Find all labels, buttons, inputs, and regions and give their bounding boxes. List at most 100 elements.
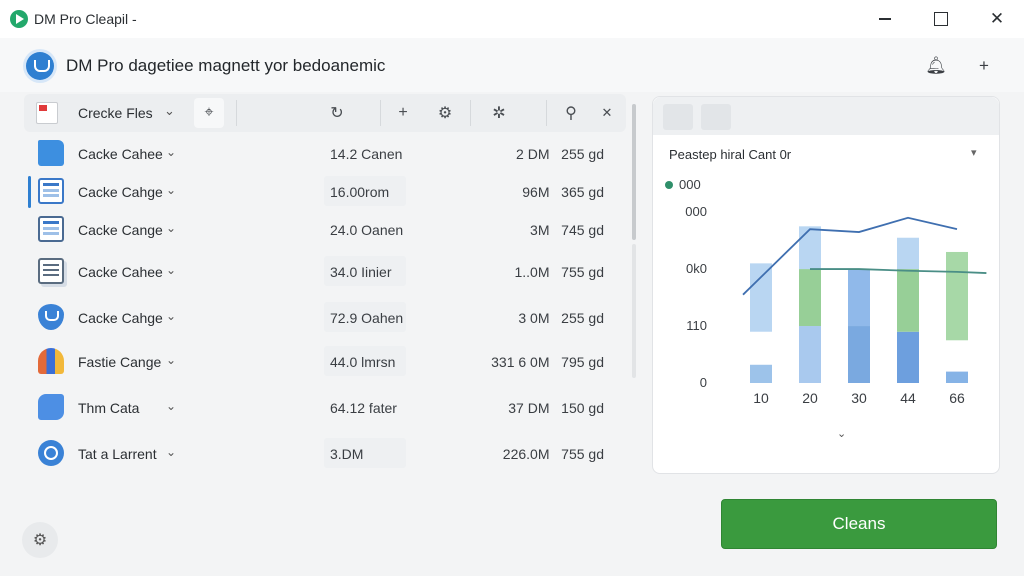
bar-segment — [750, 263, 772, 332]
item-values: 3 0M 255 gd — [518, 310, 604, 326]
maximize-button[interactable] — [918, 0, 964, 38]
bar-segment — [848, 269, 870, 327]
list-item[interactable]: Cacke Cahee ⌄ 14.2 Canen 2 DM 255 gd — [24, 134, 626, 174]
item-name: Fastie Cange — [78, 354, 162, 370]
hand-icon — [38, 394, 64, 420]
list-item[interactable]: Fastie Cange ⌄ 44.0 lmrsn 331 6 0M 795 g… — [24, 342, 626, 382]
list-item[interactable]: Cacke Cahee ⌄ 34.0 Iinier 1..0M 755 gd — [24, 252, 626, 292]
item-name: Cacke Cahge — [78, 310, 163, 326]
refresh-icon[interactable]: ↻ — [322, 98, 352, 128]
chevron-down-icon[interactable]: ⌄ — [166, 445, 176, 459]
chart-tool-button[interactable] — [663, 104, 693, 130]
item-name: Thm Cata — [78, 400, 140, 416]
window-icon — [38, 216, 64, 242]
bar-segment — [750, 364, 772, 383]
plug-icon[interactable]: ⚲ — [556, 98, 586, 128]
add-icon[interactable]: + — [972, 54, 996, 78]
folder-icon — [38, 140, 64, 166]
y-tick-label: 0 — [700, 375, 707, 390]
toolbar-file-label: Crecke Fles — [78, 105, 153, 121]
list-item[interactable]: Cacke Cange ⌄ 24.0 Oanen 3M 745 gd — [24, 210, 626, 250]
window-title: DM Pro Cleapil - — [34, 11, 137, 27]
chat-icon — [38, 440, 64, 466]
bar-segment — [897, 269, 919, 332]
item-size: 24.0 Oanen — [330, 222, 404, 238]
scrollbar-track[interactable] — [632, 244, 636, 378]
x-tick-label: 20 — [802, 390, 818, 406]
bar-segment — [946, 371, 968, 383]
chart-tool-button[interactable] — [701, 104, 731, 130]
x-tick-label: 66 — [949, 390, 965, 406]
close-icon[interactable]: ✕ — [592, 98, 622, 128]
item-values: 2 DM 255 gd — [516, 146, 604, 162]
add-icon[interactable]: + — [388, 98, 418, 128]
settings-icon[interactable]: ✲ — [484, 98, 514, 128]
toolbar-divider — [236, 100, 237, 126]
settings-icon[interactable]: ⚙ — [22, 522, 58, 558]
item-size: 34.0 Iinier — [324, 256, 406, 286]
chevron-down-icon[interactable]: ⌄ — [166, 353, 176, 367]
bar-segment — [848, 326, 870, 383]
list-item[interactable]: Thm Cata ⌄ 64.12 fater 37 DM 150 gd — [24, 388, 626, 428]
item-size: 64.12 fater — [330, 400, 397, 416]
close-button[interactable]: ✕ — [974, 0, 1020, 38]
chevron-down-icon[interactable]: ▾ — [971, 146, 977, 159]
people-icon — [38, 348, 64, 374]
clean-button[interactable]: Cleans — [721, 499, 997, 549]
bar-segment — [897, 237, 919, 270]
bar-segment — [799, 326, 821, 383]
app-logo-icon — [10, 10, 28, 28]
chart-panel-toolbar — [653, 97, 999, 135]
shield-icon — [38, 304, 64, 330]
item-values: 1..0M 755 gd — [514, 264, 604, 280]
documents-icon — [38, 258, 64, 284]
chevron-down-icon[interactable]: ⌄ — [166, 263, 176, 277]
settings-gear-icon[interactable]: ⚙ — [430, 98, 460, 128]
y-tick-label: 110 — [686, 318, 707, 333]
item-name: Cacke Cange — [78, 222, 163, 238]
scrollbar-thumb[interactable] — [632, 104, 636, 240]
item-name: Tat a Larrent — [78, 446, 157, 462]
list-item[interactable]: Cacke Cahge ⌄ 16.00rom 96M 365 gd — [24, 172, 626, 212]
x-tick-label: 10 — [753, 390, 769, 406]
selected-indicator — [28, 176, 31, 208]
bar-segment — [897, 331, 919, 383]
chart-title: Peastep hiral Cant 0r — [669, 147, 792, 162]
item-size: 44.0 lmrsn — [324, 346, 406, 376]
bar-segment — [799, 269, 821, 327]
item-values: 3M 745 gd — [530, 222, 604, 238]
x-tick-label: 30 — [851, 390, 867, 406]
app-header: DM Pro dagetiee magnett yor bedoanemic 🔔… — [0, 38, 1024, 92]
chevron-down-icon[interactable]: ⌄ — [164, 103, 175, 119]
toolbar-divider — [546, 100, 547, 126]
file-list-panel: Crecke Fles ⌄ ⌖ ↻ + ⚙ ✲ ⚲ ✕ Cacke Cahee … — [24, 94, 642, 478]
item-name: Cacke Cahee — [78, 146, 163, 162]
chart-plot: 000 0k0 110 0 10 20 30 44 66 — [685, 204, 987, 406]
list-item[interactable]: Tat a Larrent ⌄ 3.DM 226.0M 755 gd — [24, 434, 626, 474]
file-icon — [36, 102, 58, 124]
chevron-down-icon[interactable]: ⌄ — [166, 309, 176, 323]
y-tick-label: 0k0 — [686, 261, 707, 276]
minimize-button[interactable] — [862, 0, 908, 38]
chevron-down-icon[interactable]: ⌄ — [837, 427, 846, 440]
page-title: DM Pro dagetiee magnett yor bedoanemic — [66, 56, 386, 75]
cursor-icon[interactable]: ⌖ — [194, 98, 224, 128]
chevron-down-icon[interactable]: ⌄ — [166, 145, 176, 159]
chevron-down-icon[interactable]: ⌄ — [166, 183, 176, 197]
item-values: 37 DM 150 gd — [508, 400, 604, 416]
chevron-down-icon[interactable]: ⌄ — [166, 399, 176, 413]
notification-bell-icon[interactable]: 🔔︎ — [924, 54, 948, 78]
document-icon — [38, 178, 64, 204]
chevron-down-icon[interactable]: ⌄ — [166, 221, 176, 235]
chart-panel: Peastep hiral Cant 0r ▾ 000 000 0k0 110 0 10… — [652, 96, 1000, 474]
item-values: 226.0M 755 gd — [502, 446, 604, 462]
list-item[interactable]: Cacke Cahge ⌄ 72.9 Oahen 3 0M 255 gd — [24, 298, 626, 338]
item-values: 331 6 0M 795 gd — [491, 354, 604, 370]
item-size: 3.DM — [324, 438, 406, 468]
item-name: Cacke Cahge — [78, 184, 163, 200]
bar-segment — [946, 251, 968, 341]
item-values: 96M 365 gd — [522, 184, 604, 200]
y-tick-label: 000 — [685, 204, 707, 219]
shield-logo-icon — [26, 52, 54, 80]
bar-segment — [799, 226, 821, 270]
